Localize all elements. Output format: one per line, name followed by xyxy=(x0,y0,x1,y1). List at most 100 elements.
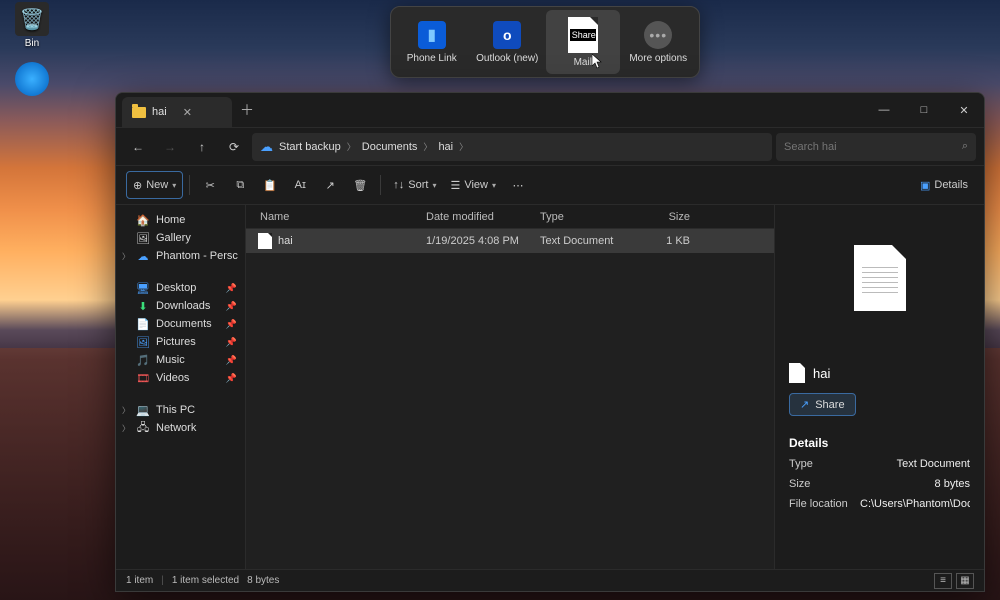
videos-icon: 🎞 xyxy=(136,372,150,384)
window-body: 🏠 Home 🖼 Gallery 〉☁Phantom - Persc 🖥Deskto… xyxy=(116,205,984,569)
file-preview xyxy=(789,223,970,333)
sidebar-item-label: Home xyxy=(156,214,185,226)
desktop-icon-label: Bin xyxy=(6,38,58,49)
maximize-button[interactable]: □ xyxy=(904,93,944,127)
sort-button[interactable]: ↑↓ Sort ▾ xyxy=(387,171,442,199)
sidebar-item-gallery[interactable]: 🖼 Gallery xyxy=(120,229,241,247)
forward-button[interactable]: → xyxy=(156,133,184,161)
rename-button[interactable]: Aɪ xyxy=(286,171,314,199)
share-target-label: More options xyxy=(629,53,687,64)
status-item-count: 1 item xyxy=(126,575,153,586)
pin-icon: 📌 xyxy=(226,283,237,294)
sidebar-item-label: Gallery xyxy=(156,232,191,244)
crumb-hai[interactable]: hai xyxy=(438,141,453,153)
separator xyxy=(189,175,190,195)
view-icon: ☰ xyxy=(450,179,460,192)
file-size: 1 KB xyxy=(630,235,700,247)
home-icon: 🏠 xyxy=(136,214,150,226)
phone-link-icon: ▮ xyxy=(418,21,446,49)
details-label: Details xyxy=(934,179,968,191)
desktop-icon-recycle-bin[interactable]: 🗑️ Bin xyxy=(6,2,58,49)
file-row[interactable]: hai 1/19/2025 4:08 PM Text Document 1 KB xyxy=(246,229,774,253)
column-size[interactable]: Size xyxy=(630,211,700,223)
minimize-button[interactable]: — xyxy=(864,93,904,127)
pin-icon: 📌 xyxy=(226,337,237,348)
titlebar[interactable]: hai ✕ ＋ — □ ✕ xyxy=(116,93,984,127)
chevron-right-icon: 〉 xyxy=(459,140,468,153)
new-tab-button[interactable]: ＋ xyxy=(240,100,254,120)
share-target-label: Phone Link xyxy=(407,53,457,64)
details-header: Details xyxy=(789,436,970,450)
breadcrumb[interactable]: ☁ Start backup 〉 Documents 〉 hai 〉 xyxy=(252,133,772,161)
close-button[interactable]: ✕ xyxy=(944,93,984,127)
crumb-start-backup[interactable]: Start backup xyxy=(279,141,341,153)
details-toggle[interactable]: ▣ Details xyxy=(914,171,974,199)
sidebar-item-desktop[interactable]: 🖥Desktop📌 xyxy=(120,279,241,297)
crumb-documents[interactable]: Documents xyxy=(362,141,418,153)
view-button[interactable]: ☰ View ▾ xyxy=(444,171,502,199)
sidebar-item-label: Music xyxy=(156,354,185,366)
details-value: Text Document xyxy=(897,458,970,470)
gallery-icon: 🖼 xyxy=(136,232,150,244)
search-box[interactable]: ⌕ xyxy=(776,133,976,161)
sidebar-item-pictures[interactable]: 🖼Pictures📌 xyxy=(120,333,241,351)
sidebar-item-documents[interactable]: 📄Documents📌 xyxy=(120,315,241,333)
recycle-bin-icon: 🗑️ xyxy=(15,2,49,36)
column-date[interactable]: Date modified xyxy=(426,211,540,223)
file-list[interactable]: hai 1/19/2025 4:08 PM Text Document 1 KB xyxy=(246,229,774,569)
share-target-outlook[interactable]: o Outlook (new) xyxy=(471,10,545,74)
details-filename-row: hai xyxy=(789,363,970,383)
column-headers[interactable]: Name Date modified Type Size xyxy=(246,205,774,229)
pin-icon: 📌 xyxy=(226,319,237,330)
sidebar-item-this-pc[interactable]: 〉💻This PC xyxy=(120,401,241,419)
refresh-button[interactable]: ⟳ xyxy=(220,133,248,161)
pin-icon: 📌 xyxy=(226,355,237,366)
mouse-cursor-icon xyxy=(592,54,604,70)
sidebar-item-videos[interactable]: 🎞Videos📌 xyxy=(120,369,241,387)
view-grid-button[interactable]: ▦ xyxy=(956,573,974,589)
sidebar-item-label: Phantom - Persc xyxy=(156,250,238,262)
cut-button[interactable]: ✂ xyxy=(196,171,224,199)
tab-hai[interactable]: hai ✕ xyxy=(122,97,232,127)
more-button[interactable]: ⋯ xyxy=(504,171,532,199)
view-details-button[interactable]: ≡ xyxy=(934,573,952,589)
window-controls: — □ ✕ xyxy=(864,93,984,127)
details-row-type: Type Text Document xyxy=(789,458,970,470)
pictures-icon: 🖼 xyxy=(136,336,150,348)
sidebar-item-home[interactable]: 🏠 Home xyxy=(120,211,241,229)
plus-icon: ⊕ xyxy=(133,179,142,192)
share-label: Share xyxy=(815,399,844,411)
tab-title: hai xyxy=(152,106,167,118)
sidebar-item-downloads[interactable]: ⬇Downloads📌 xyxy=(120,297,241,315)
sidebar-item-music[interactable]: 🎵Music📌 xyxy=(120,351,241,369)
paste-button[interactable]: 📋 xyxy=(256,171,284,199)
copy-button[interactable]: ⧉ xyxy=(226,171,254,199)
trash-icon: 🗑 xyxy=(353,179,367,192)
details-label: Type xyxy=(789,458,813,470)
tab-close-button[interactable]: ✕ xyxy=(183,106,192,119)
share-target-more[interactable]: ••• More options xyxy=(622,10,696,74)
share-target-phone-link[interactable]: ▮ Phone Link xyxy=(395,10,469,74)
chevron-down-icon: ▾ xyxy=(492,181,496,190)
delete-button[interactable]: 🗑 xyxy=(346,171,374,199)
details-label: File location xyxy=(789,498,848,510)
share-button[interactable]: ↗ xyxy=(316,171,344,199)
outlook-icon: o xyxy=(493,21,521,49)
back-button[interactable]: ← xyxy=(124,133,152,161)
search-input[interactable] xyxy=(784,141,956,153)
sidebar-item-phantom[interactable]: 〉☁Phantom - Persc xyxy=(120,247,241,265)
column-type[interactable]: Type xyxy=(540,211,630,223)
search-icon: ⌕ xyxy=(962,140,968,153)
sort-icon: ↑↓ xyxy=(393,179,404,191)
downloads-icon: ⬇ xyxy=(136,300,150,312)
toolbar: ⊕ New ▾ ✂ ⧉ 📋 Aɪ ↗ 🗑 ↑↓ Sort ▾ ☰ View ▾ … xyxy=(116,165,984,205)
share-target-mail[interactable]: Share Mail xyxy=(546,10,620,74)
new-button[interactable]: ⊕ New ▾ xyxy=(126,171,183,199)
sidebar-item-network[interactable]: 〉🖧Network xyxy=(120,419,241,437)
desktop-icon-user[interactable] xyxy=(6,62,58,98)
file-list-area: Name Date modified Type Size hai 1/19/20… xyxy=(246,205,774,569)
up-button[interactable]: ↑ xyxy=(188,133,216,161)
column-name[interactable]: Name xyxy=(246,211,426,223)
share-flyout: ▮ Phone Link o Outlook (new) Share Mail … xyxy=(390,6,700,78)
details-share-button[interactable]: ↗ Share xyxy=(789,393,856,416)
